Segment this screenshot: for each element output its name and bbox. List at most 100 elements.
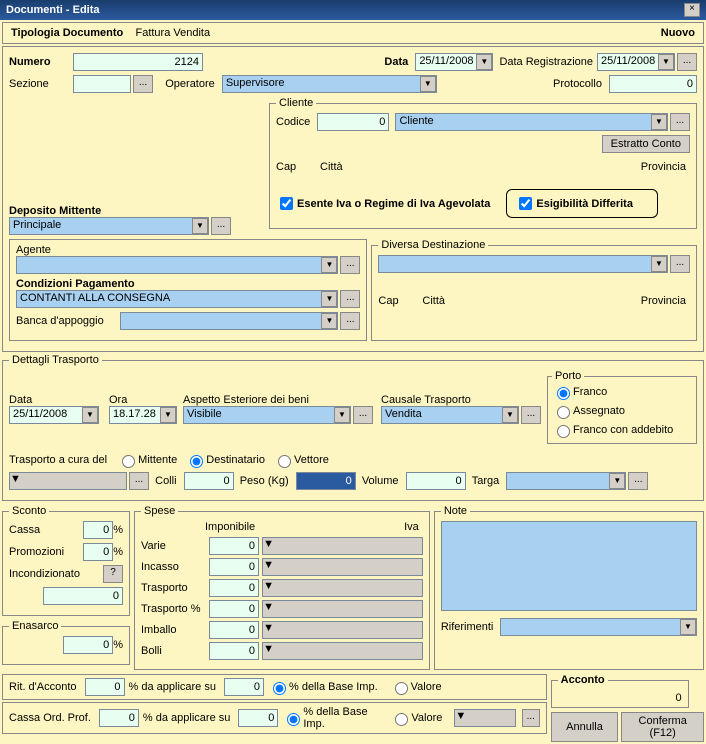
cassa-ord-base-imp[interactable]: % della Base Imp.: [282, 706, 378, 730]
spese-imp-input[interactable]: [209, 537, 259, 555]
chevron-down-icon[interactable]: ▼: [420, 76, 436, 92]
numero-input[interactable]: [73, 53, 203, 71]
porto-franco-add[interactable]: Franco con addebito: [552, 422, 673, 438]
codice-input[interactable]: [317, 113, 389, 131]
diversa-select[interactable]: ▼: [378, 255, 668, 273]
vettore-select[interactable]: ▼: [9, 472, 127, 490]
spese-imp-input[interactable]: [209, 621, 259, 639]
tr-data-input[interactable]: 25/11/2008▼: [9, 406, 99, 424]
spese-iva-select[interactable]: ▼: [262, 621, 423, 639]
conferma-button[interactable]: Conferma (F12): [621, 712, 704, 742]
cassa-input[interactable]: [83, 521, 113, 539]
agente-select[interactable]: ▼: [16, 256, 338, 274]
cura-mittente[interactable]: Mittente: [117, 452, 177, 468]
causale-browse[interactable]: ...: [521, 406, 541, 424]
rit-base-imp[interactable]: % della Base Imp.: [268, 679, 378, 695]
causale-select[interactable]: Vendita▼: [381, 406, 519, 424]
protocollo-input[interactable]: [609, 75, 697, 93]
enasarco-input[interactable]: [63, 636, 113, 654]
rit-val2[interactable]: [224, 678, 264, 696]
cura-destinatario[interactable]: Destinatario: [185, 452, 265, 468]
chevron-down-icon[interactable]: ▼: [263, 580, 274, 592]
colli-input[interactable]: [184, 472, 234, 490]
targa-select[interactable]: ▼: [506, 472, 626, 490]
aspetto-select[interactable]: Visibile▼: [183, 406, 351, 424]
chevron-down-icon[interactable]: ▼: [82, 407, 98, 423]
chevron-down-icon[interactable]: ▼: [263, 538, 274, 550]
condizioni-select[interactable]: CONTANTI ALLA CONSEGNA▼: [16, 290, 338, 308]
spese-imp-input[interactable]: [209, 642, 259, 660]
cliente-tipo-select[interactable]: Cliente▼: [395, 113, 668, 131]
chevron-down-icon[interactable]: ▼: [263, 559, 274, 571]
chevron-down-icon[interactable]: ▼: [658, 54, 674, 70]
chevron-down-icon[interactable]: ▼: [334, 407, 350, 423]
cliente-browse[interactable]: ...: [670, 113, 690, 131]
chevron-down-icon[interactable]: ▼: [651, 256, 667, 272]
riferimenti-label: Riferimenti: [441, 621, 494, 633]
chevron-down-icon[interactable]: ▼: [476, 54, 492, 70]
incond-input[interactable]: [43, 587, 123, 605]
cassa-ord-val1[interactable]: [99, 709, 139, 727]
chevron-down-icon[interactable]: ▼: [321, 291, 337, 307]
chevron-down-icon[interactable]: ▼: [651, 114, 667, 130]
incond-help[interactable]: ?: [103, 565, 123, 583]
chevron-down-icon[interactable]: ▼: [502, 407, 518, 423]
targa-browse[interactable]: ...: [628, 472, 648, 490]
rit-valore[interactable]: Valore: [390, 679, 442, 695]
window-title: Documenti - Edita: [6, 4, 100, 16]
data-reg-browse[interactable]: ...: [677, 53, 697, 71]
rit-val1[interactable]: [85, 678, 125, 696]
chevron-down-icon[interactable]: ▼: [263, 601, 274, 613]
cassa-ord-select[interactable]: ▼: [454, 709, 516, 727]
close-icon[interactable]: ×: [684, 3, 700, 17]
spese-iva-select[interactable]: ▼: [262, 558, 423, 576]
chevron-down-icon[interactable]: ▼: [160, 407, 176, 423]
chevron-down-icon[interactable]: ▼: [263, 643, 274, 655]
volume-input[interactable]: [406, 472, 466, 490]
peso-input[interactable]: [296, 472, 356, 490]
spese-imp-input[interactable]: [209, 579, 259, 597]
banca-browse[interactable]: ...: [340, 312, 360, 330]
aspetto-browse[interactable]: ...: [353, 406, 373, 424]
chevron-down-icon[interactable]: ▼: [609, 473, 625, 489]
data-reg-input[interactable]: 25/11/2008▼: [597, 53, 675, 71]
banca-select[interactable]: ▼: [120, 312, 338, 330]
spese-iva-select[interactable]: ▼: [262, 537, 423, 555]
chevron-down-icon[interactable]: ▼: [10, 473, 21, 485]
cassa-ord-valore[interactable]: Valore: [390, 710, 442, 726]
cassa-ord-browse[interactable]: ...: [522, 709, 540, 727]
chevron-down-icon[interactable]: ▼: [455, 710, 466, 722]
porto-assegnato[interactable]: Assegnato: [552, 403, 625, 419]
chevron-down-icon[interactable]: ▼: [192, 218, 208, 234]
diversa-browse[interactable]: ...: [670, 255, 690, 273]
riferimenti-select[interactable]: ▼: [500, 618, 697, 636]
esigibilita-check[interactable]: Esigibilità Differita: [515, 194, 637, 213]
sezione-input[interactable]: [73, 75, 131, 93]
data-input[interactable]: 25/11/2008▼: [415, 53, 493, 71]
cassa-ord-val2[interactable]: [238, 709, 278, 727]
promo-input[interactable]: [83, 543, 113, 561]
vettore-browse[interactable]: ...: [129, 472, 149, 490]
estratto-conto-button[interactable]: Estratto Conto: [602, 135, 690, 153]
spese-imp-input[interactable]: [209, 558, 259, 576]
chevron-down-icon[interactable]: ▼: [263, 622, 274, 634]
porto-franco[interactable]: Franco: [552, 384, 607, 400]
agente-browse[interactable]: ...: [340, 256, 360, 274]
spese-iva-select[interactable]: ▼: [262, 600, 423, 618]
note-textarea[interactable]: [441, 521, 697, 611]
deposito-select[interactable]: Principale▼: [9, 217, 209, 235]
spese-iva-select[interactable]: ▼: [262, 579, 423, 597]
annulla-button[interactable]: Annulla: [551, 712, 619, 742]
tr-ora-input[interactable]: 18.17.28▼: [109, 406, 177, 424]
deposito-browse[interactable]: ...: [211, 217, 231, 235]
esente-iva-check[interactable]: Esente Iva o Regime di Iva Agevolata: [276, 194, 494, 213]
cura-vettore[interactable]: Vettore: [273, 452, 329, 468]
chevron-down-icon[interactable]: ▼: [680, 619, 696, 635]
operatore-select[interactable]: Supervisore▼: [222, 75, 437, 93]
condizioni-browse[interactable]: ...: [340, 290, 360, 308]
spese-iva-select[interactable]: ▼: [262, 642, 423, 660]
chevron-down-icon[interactable]: ▼: [321, 257, 337, 273]
spese-imp-input[interactable]: [209, 600, 259, 618]
chevron-down-icon[interactable]: ▼: [321, 313, 337, 329]
sezione-browse[interactable]: ...: [133, 75, 153, 93]
